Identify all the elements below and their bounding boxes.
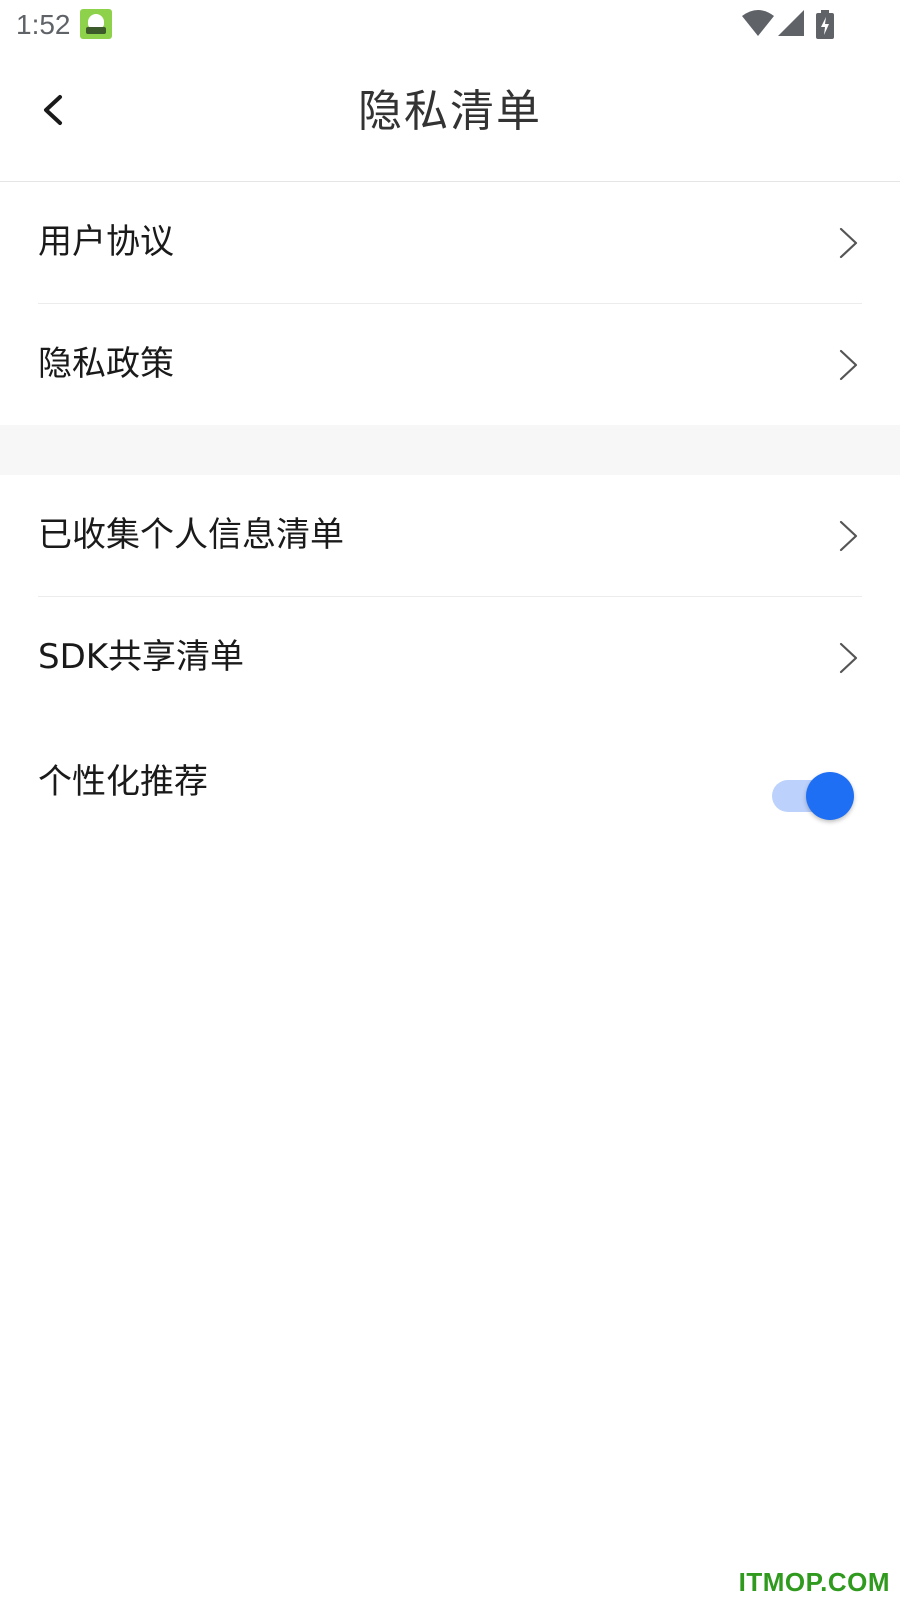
- list-item-label: SDK共享清单: [38, 637, 245, 677]
- chevron-right-icon: [839, 520, 858, 552]
- personalization-toggle[interactable]: [772, 770, 856, 822]
- chevron-right-icon: [839, 349, 858, 381]
- chevron-right-icon: [839, 227, 858, 259]
- watermark: ITMOP.COM: [738, 1567, 890, 1597]
- list-item-label: 隐私政策: [38, 344, 174, 384]
- top-app-bar: 隐私清单: [0, 50, 900, 182]
- status-bar: 1:52: [0, 0, 900, 50]
- app-notification-icon: [80, 9, 112, 39]
- list-item-label: 用户协议: [38, 222, 174, 262]
- personalization-label: 个性化推荐: [38, 762, 208, 802]
- page-title: 隐私清单: [358, 86, 542, 137]
- section-agreements: 用户协议 隐私政策: [0, 182, 900, 426]
- list-item-label: 已收集个人信息清单: [38, 515, 344, 555]
- toggle-thumb: [806, 772, 854, 820]
- status-time: 1:52: [16, 9, 71, 40]
- list-item-sdk-sharing[interactable]: SDK共享清单: [0, 597, 900, 719]
- section-separator: [0, 425, 900, 475]
- personalization-row: 个性化推荐: [0, 720, 900, 840]
- signal-icon: [778, 10, 804, 36]
- battery-charging-icon: [816, 10, 834, 39]
- wifi-icon: [742, 10, 774, 36]
- list-item-privacy-policy[interactable]: 隐私政策: [0, 304, 900, 426]
- list-item-collected-info[interactable]: 已收集个人信息清单: [0, 475, 900, 597]
- chevron-right-icon: [839, 642, 858, 674]
- section-data-lists: 已收集个人信息清单 SDK共享清单: [0, 475, 900, 719]
- list-item-user-agreement[interactable]: 用户协议: [0, 182, 900, 304]
